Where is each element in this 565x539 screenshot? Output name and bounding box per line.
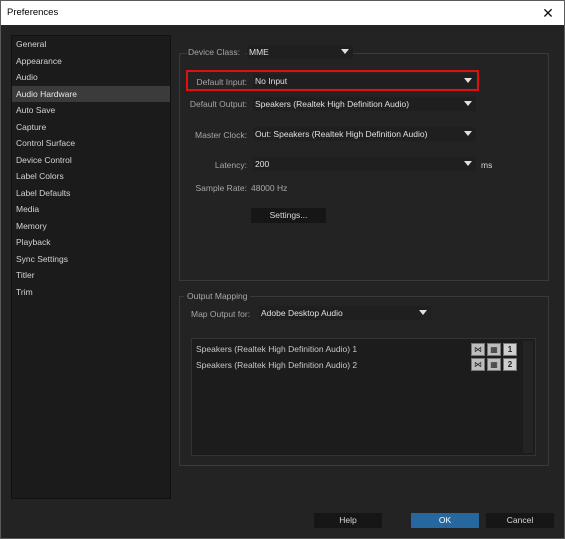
sidebar-item-media[interactable]: Media [12,201,170,218]
channel-number-1[interactable]: 1 [503,343,517,356]
chevron-down-icon [464,161,472,166]
scrollbar[interactable] [523,341,533,453]
sidebar-item-titler[interactable]: Titler [12,267,170,284]
output-mapping-legend: Output Mapping [184,291,251,301]
master-clock-dropdown[interactable]: Out: Speakers (Realtek High Definition A… [253,127,476,141]
latency-value: 200 [255,159,270,169]
device-class-dropdown[interactable]: MME [247,45,353,59]
sidebar-item-label-colors[interactable]: Label Colors [12,168,170,185]
sidebar-item-trim[interactable]: Trim [12,284,170,301]
cancel-button[interactable]: Cancel [486,513,554,528]
latency-label: Latency: [214,160,247,170]
sidebar-item-auto-save[interactable]: Auto Save [12,102,170,119]
sidebar-item-device-control[interactable]: Device Control [12,152,170,169]
sidebar-item-memory[interactable]: Memory [12,218,170,235]
sidebar-item-general[interactable]: General [12,36,170,53]
master-clock-label: Master Clock: [195,130,247,140]
master-clock-value: Out: Speakers (Realtek High Definition A… [255,129,428,139]
sidebar-item-audio-hardware[interactable]: Audio Hardware [12,85,170,102]
preferences-window: Preferences ✕ General Appearance Audio Audi… [0,0,565,539]
output-row-1-label: Speakers (Realtek High Definition Audio)… [196,344,358,354]
default-output-value: Speakers (Realtek High Definition Audio) [255,99,410,109]
sidebar-item-audio[interactable]: Audio [12,69,170,86]
chevron-down-icon [419,310,427,315]
speaker-pair-icon[interactable]: ⋈ [471,343,485,356]
sidebar-item-sync-settings[interactable]: Sync Settings [12,251,170,268]
help-button[interactable]: Help [314,513,382,528]
close-icon[interactable]: ✕ [532,1,564,25]
latency-dropdown[interactable]: 200 [253,157,476,171]
settings-button[interactable]: Settings... [251,208,326,223]
map-output-dropdown[interactable]: Adobe Desktop Audio [259,306,431,320]
map-output-label: Map Output for: [191,309,251,319]
default-output-label: Default Output: [189,99,247,109]
title-bar: Preferences ✕ [1,1,564,25]
ok-button[interactable]: OK [411,513,479,528]
chevron-down-icon [464,101,472,106]
sample-rate-label: Sample Rate: [195,183,248,193]
sidebar-item-appearance[interactable]: Appearance [12,53,170,70]
window-title: Preferences [7,7,59,18]
output-channel-list: Speakers (Realtek High Definition Audio)… [191,338,536,456]
channel-number-2[interactable]: 2 [503,358,517,371]
device-class-label: Device Class: [187,47,245,57]
map-output-value: Adobe Desktop Audio [261,308,343,318]
sidebar-item-control-surface[interactable]: Control Surface [12,135,170,152]
sidebar-item-label-defaults[interactable]: Label Defaults [12,185,170,202]
default-output-dropdown[interactable]: Speakers (Realtek High Definition Audio) [253,97,476,111]
chevron-down-icon [464,131,472,136]
sidebar-item-capture[interactable]: Capture [12,119,170,136]
chevron-down-icon [341,49,349,54]
preferences-sidebar: General Appearance Audio Audio Hardware Auto… [11,35,171,499]
highlight-box [186,70,479,91]
channel-grid-icon[interactable]: ▦ [487,358,501,371]
speaker-pair-icon[interactable]: ⋈ [471,358,485,371]
latency-unit: ms [481,160,493,170]
channel-grid-icon[interactable]: ▦ [487,343,501,356]
sidebar-item-playback[interactable]: Playback [12,234,170,251]
sample-rate-value: 48000 Hz [251,183,288,193]
output-row-2-label: Speakers (Realtek High Definition Audio)… [196,360,358,370]
device-class-value: MME [249,47,269,57]
